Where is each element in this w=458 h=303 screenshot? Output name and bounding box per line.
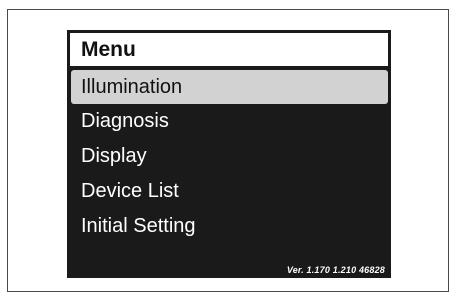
menu-item-initial-setting[interactable]: Initial Setting bbox=[67, 209, 391, 244]
menu-item-display[interactable]: Display bbox=[67, 139, 391, 174]
version-info: Ver. 1.170 1.210 46828 bbox=[286, 265, 385, 275]
menu-item-device-list[interactable]: Device List bbox=[67, 174, 391, 209]
menu-item-diagnosis[interactable]: Diagnosis bbox=[67, 104, 391, 139]
menu-list: Illumination Diagnosis Display Device Li… bbox=[67, 70, 391, 244]
device-screen: Menu Illumination Diagnosis Display Devi… bbox=[67, 30, 391, 278]
menu-item-illumination[interactable]: Illumination bbox=[71, 70, 388, 104]
menu-title: Menu bbox=[69, 32, 389, 67]
